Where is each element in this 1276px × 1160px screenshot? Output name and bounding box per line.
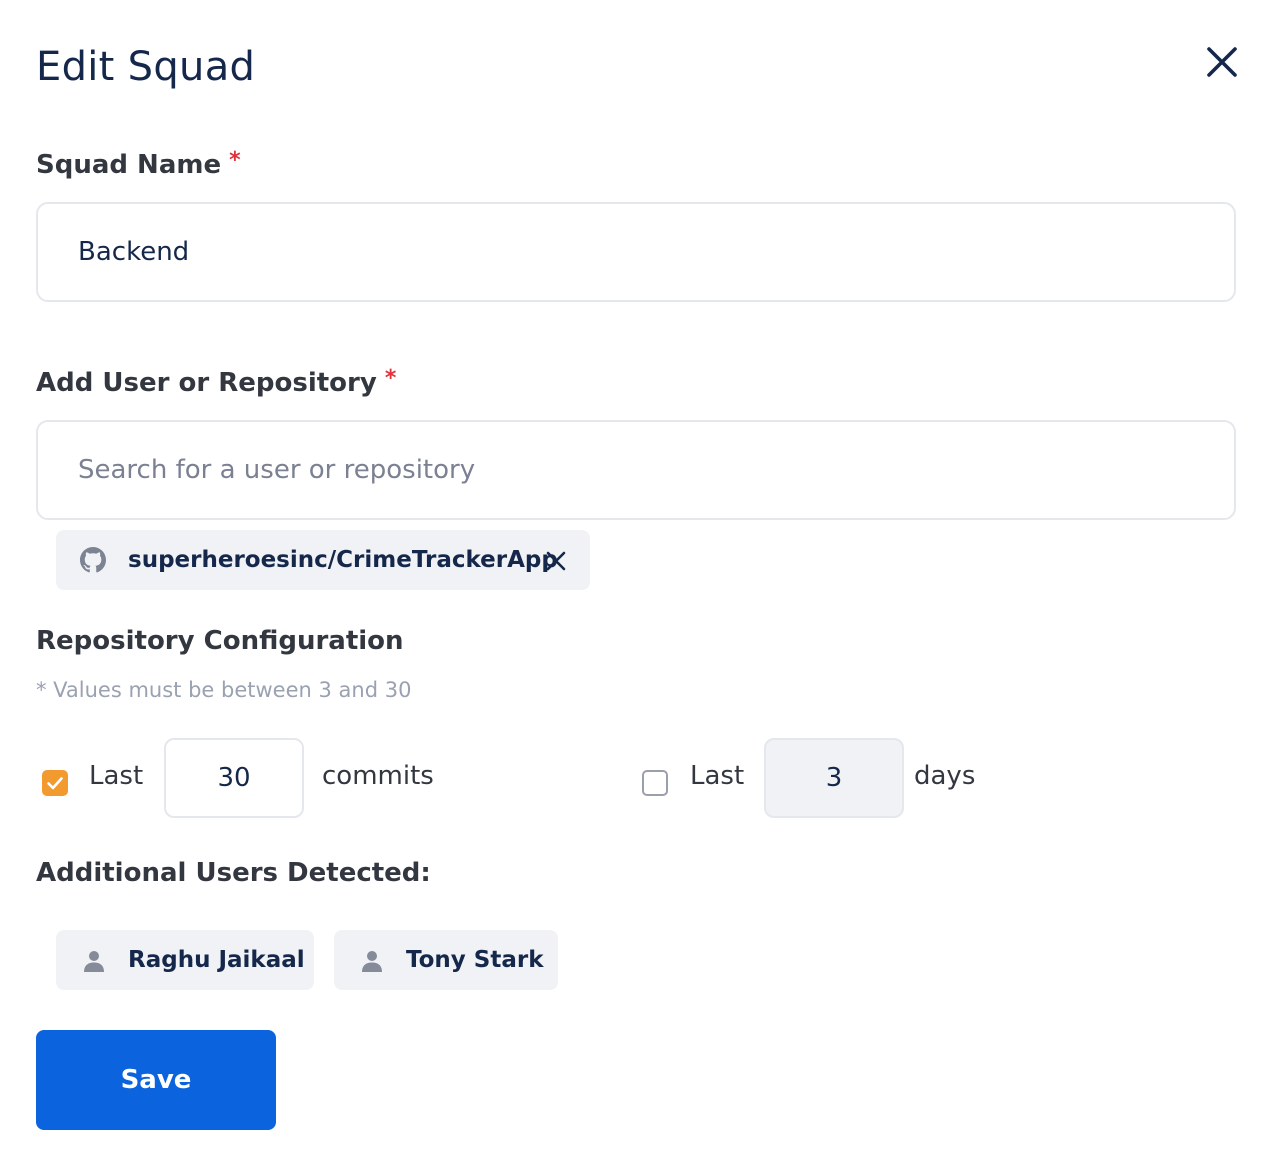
squad-name-input[interactable] [78, 204, 1188, 300]
save-button[interactable]: Save [36, 1030, 276, 1130]
github-icon [80, 547, 106, 573]
days-count-input[interactable] [766, 740, 902, 816]
days-prefix: Last [690, 761, 745, 791]
days-count-field [764, 738, 904, 818]
remove-repository-icon[interactable] [546, 551, 566, 571]
user-chip-label: Raghu Jaikaal [128, 947, 305, 973]
repo-config-heading: Repository Configuration [36, 626, 404, 656]
user-chip: Tony Stark [334, 930, 558, 990]
search-field-container [36, 420, 1236, 520]
commits-prefix: Last [89, 761, 144, 791]
add-user-label-text: Add User or Repository [36, 368, 377, 398]
commits-count-input[interactable] [166, 740, 302, 816]
squad-name-label: Squad Name * [36, 148, 241, 180]
add-user-label: Add User or Repository * [36, 366, 397, 398]
repository-chip: superheroesinc/CrimeTrackerApp [56, 530, 590, 590]
days-checkbox[interactable] [642, 770, 668, 796]
squad-name-label-text: Squad Name [36, 150, 222, 180]
commits-count-field [164, 738, 304, 818]
search-input[interactable] [78, 422, 1188, 518]
repository-chip-label: superheroesinc/CrimeTrackerApp [128, 547, 558, 573]
required-asterisk: * [384, 366, 397, 391]
commits-checkbox[interactable] [42, 770, 68, 796]
required-asterisk: * [229, 148, 241, 173]
repo-config-hint: * Values must be between 3 and 30 [36, 678, 412, 702]
user-chip-label: Tony Stark [406, 947, 544, 973]
close-icon[interactable] [1204, 44, 1240, 80]
user-chip: Raghu Jaikaal [56, 930, 314, 990]
user-icon [82, 949, 106, 973]
days-suffix: days [914, 761, 976, 791]
user-icon [360, 949, 384, 973]
additional-users-heading: Additional Users Detected: [36, 858, 431, 888]
dialog-title: Edit Squad [36, 44, 256, 90]
squad-name-field-container [36, 202, 1236, 302]
commits-suffix: commits [322, 761, 434, 791]
